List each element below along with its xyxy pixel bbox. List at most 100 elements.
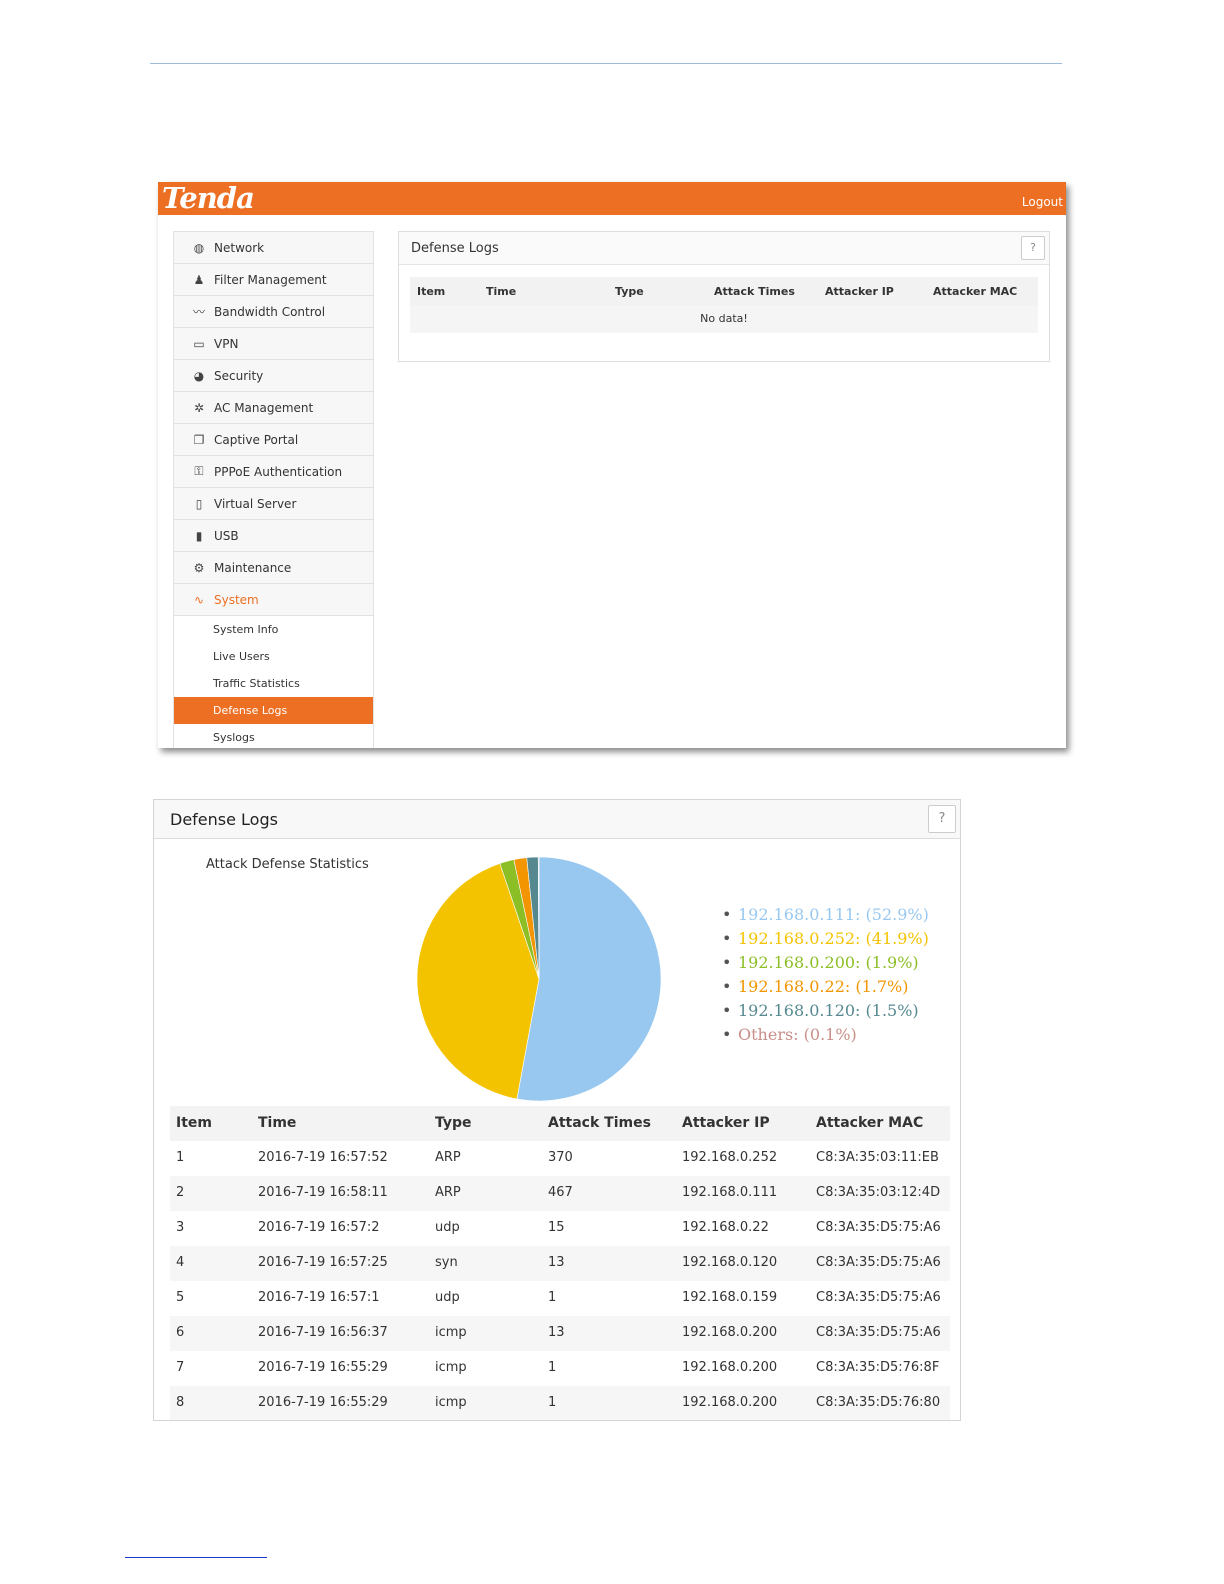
- cell-item: 6: [176, 1325, 185, 1340]
- column-type: Type: [435, 1115, 472, 1131]
- help-button[interactable]: ?: [1021, 236, 1045, 260]
- defense-logs-table: Item Time Type Attack Times Attacker IP …: [410, 277, 1038, 333]
- attack-pie-chart: [416, 856, 662, 1102]
- column-type: Type: [615, 285, 644, 298]
- attack-log-table: Item Time Type Attack Times Attacker IP …: [170, 1106, 950, 1420]
- cell-attacker-ip: 192.168.0.22: [682, 1220, 769, 1235]
- sidebar-item-vpn[interactable]: ▭ VPN: [173, 328, 374, 360]
- brand-logo: Tenda: [162, 182, 255, 215]
- cell-attack-times: 1: [548, 1395, 557, 1410]
- sidebar-item-label: VPN: [214, 336, 239, 351]
- cell-type: ARP: [435, 1150, 461, 1165]
- table-row: 5 2016-7-19 16:57:1 udp 1 192.168.0.159 C8:3A…: [170, 1281, 950, 1316]
- cell-attacker-ip: 192.168.0.111: [682, 1185, 778, 1200]
- cell-time: 2016-7-19 16:57:25: [258, 1255, 388, 1270]
- sidebar-item-label: AC Management: [214, 400, 314, 415]
- cell-attacker-ip: 192.168.0.159: [682, 1290, 778, 1305]
- cell-type: icmp: [435, 1395, 467, 1410]
- stats-title: Attack Defense Statistics: [206, 857, 369, 872]
- cell-time: 2016-7-19 16:57:2: [258, 1220, 380, 1235]
- footer-link-underline: [125, 1557, 267, 1558]
- legend-item: 192.168.0.120: (1.5%): [722, 999, 952, 1023]
- captive-portal-icon: ❐: [193, 432, 205, 447]
- sidebar-nav: ◍ Network ♟ Filter Management 〰 Bandwidth Con…: [173, 231, 374, 748]
- monitor-icon: ▭: [193, 336, 205, 351]
- server-icon: ▯: [195, 496, 203, 511]
- cell-attacker-ip: 192.168.0.200: [682, 1360, 778, 1375]
- panel-header: Defense Logs ?: [154, 800, 960, 839]
- cell-attack-times: 1: [548, 1360, 557, 1375]
- sidebar-item-virtual-server[interactable]: ▯ Virtual Server: [173, 488, 374, 520]
- globe-icon: ◍: [193, 240, 205, 255]
- column-attacker-mac: Attacker MAC: [933, 285, 1018, 298]
- table-row: 1 2016-7-19 16:57:52 ARP 370 192.168.0.252 C8…: [170, 1141, 950, 1176]
- cell-attacker-ip: 192.168.0.200: [682, 1325, 778, 1340]
- sidebar-item-label: Virtual Server: [214, 496, 297, 511]
- table-header: Item Time Type Attack Times Attacker IP …: [410, 277, 1038, 305]
- sidebar-item-maintenance[interactable]: ⚙ Maintenance: [173, 552, 374, 584]
- cell-attacker-mac: C8:3A:35:D5:75:A6: [816, 1325, 941, 1340]
- pie-legend: 192.168.0.111: (52.9%)192.168.0.252: (41…: [722, 903, 952, 1047]
- table-row: 8 2016-7-19 16:55:29 icmp 1 192.168.0.200 C8:…: [170, 1386, 950, 1420]
- cell-item: 2: [176, 1185, 185, 1200]
- column-attack-times: Attack Times: [714, 285, 795, 298]
- cell-type: icmp: [435, 1360, 467, 1375]
- sidebar-item-usb[interactable]: ▮ USB: [173, 520, 374, 552]
- cell-time: 2016-7-19 16:57:1: [258, 1290, 380, 1305]
- panel-header: Defense Logs ?: [399, 232, 1049, 265]
- security-icon: ◕: [193, 368, 205, 383]
- cell-time: 2016-7-19 16:58:11: [258, 1185, 388, 1200]
- help-button[interactable]: ?: [928, 805, 956, 833]
- legend-item: 192.168.0.200: (1.9%): [722, 951, 952, 975]
- cell-attack-times: 1: [548, 1290, 557, 1305]
- cell-time: 2016-7-19 16:56:37: [258, 1325, 388, 1340]
- sidebar-item-ac-management[interactable]: ✲ AC Management: [173, 392, 374, 424]
- cell-attacker-mac: C8:3A:35:03:11:EB: [816, 1150, 939, 1165]
- cell-attacker-mac: C8:3A:35:03:12:4D: [816, 1185, 941, 1200]
- sidebar-subitem-live-users[interactable]: Live Users: [173, 643, 374, 670]
- sidebar-subitem-syslogs[interactable]: Syslogs: [173, 724, 374, 748]
- cell-time: 2016-7-19 16:55:29: [258, 1360, 388, 1375]
- sidebar-item-captive-portal[interactable]: ❐ Captive Portal: [173, 424, 374, 456]
- sidebar-item-pppoe-authentication[interactable]: ⚿ PPPoE Authentication: [173, 456, 374, 488]
- cell-attacker-mac: C8:3A:35:D5:76:8F: [816, 1360, 940, 1375]
- cell-time: 2016-7-19 16:57:52: [258, 1150, 388, 1165]
- sidebar-subitem-system-info[interactable]: System Info: [173, 616, 374, 643]
- cell-attacker-mac: C8:3A:35:D5:75:A6: [816, 1255, 941, 1270]
- page-header-rule: [150, 63, 1062, 64]
- sidebar-item-bandwidth-control[interactable]: 〰 Bandwidth Control: [173, 296, 374, 328]
- cell-attacker-ip: 192.168.0.200: [682, 1395, 778, 1410]
- sidebar-item-network[interactable]: ◍ Network: [173, 231, 374, 264]
- sidebar-item-label: Bandwidth Control: [214, 304, 326, 319]
- usb-icon: ▮: [195, 528, 203, 543]
- sidebar-item-label: Network: [214, 240, 265, 255]
- column-item: Item: [176, 1115, 212, 1131]
- cell-type: icmp: [435, 1325, 467, 1340]
- sidebar-item-label: USB: [214, 528, 239, 543]
- table-row: 3 2016-7-19 16:57:2 udp 15 192.168.0.22 C8:3A…: [170, 1211, 950, 1246]
- sidebar-item-filter-management[interactable]: ♟ Filter Management: [173, 264, 374, 296]
- logout-link[interactable]: Logout: [1022, 195, 1063, 209]
- cell-attacker-ip: 192.168.0.120: [682, 1255, 778, 1270]
- cell-item: 8: [176, 1395, 185, 1410]
- empty-row: No data!: [410, 305, 1038, 333]
- cell-type: udp: [435, 1290, 460, 1305]
- column-time: Time: [486, 285, 517, 298]
- legend-item: Others: (0.1%): [722, 1023, 952, 1047]
- sidebar-subitem-defense-logs[interactable]: Defense Logs: [173, 697, 374, 724]
- table-row: 6 2016-7-19 16:56:37 icmp 13 192.168.0.200 C8…: [170, 1316, 950, 1351]
- router-admin-screenshot: Tenda Logout ◍ Network ♟ Filter Management 〰…: [158, 182, 1066, 748]
- defense-logs-screenshot: Defense Logs ? Attack Defense Statistics…: [153, 799, 961, 1421]
- sidebar-item-security[interactable]: ◕ Security: [173, 360, 374, 392]
- table-row: 4 2016-7-19 16:57:25 syn 13 192.168.0.120 C8:…: [170, 1246, 950, 1281]
- sidebar-item-label: PPPoE Authentication: [214, 464, 343, 479]
- cell-attack-times: 13: [548, 1325, 565, 1340]
- sidebar-item-label: Filter Management: [214, 272, 327, 287]
- sidebar-item-system[interactable]: ∿ System: [173, 584, 374, 616]
- column-time: Time: [258, 1115, 297, 1131]
- legend-item: 192.168.0.22: (1.7%): [722, 975, 952, 999]
- cell-item: 4: [176, 1255, 185, 1270]
- sidebar-subitem-traffic-statistics[interactable]: Traffic Statistics: [173, 670, 374, 697]
- cell-type: syn: [435, 1255, 458, 1270]
- cell-attacker-mac: C8:3A:35:D5:75:A6: [816, 1290, 941, 1305]
